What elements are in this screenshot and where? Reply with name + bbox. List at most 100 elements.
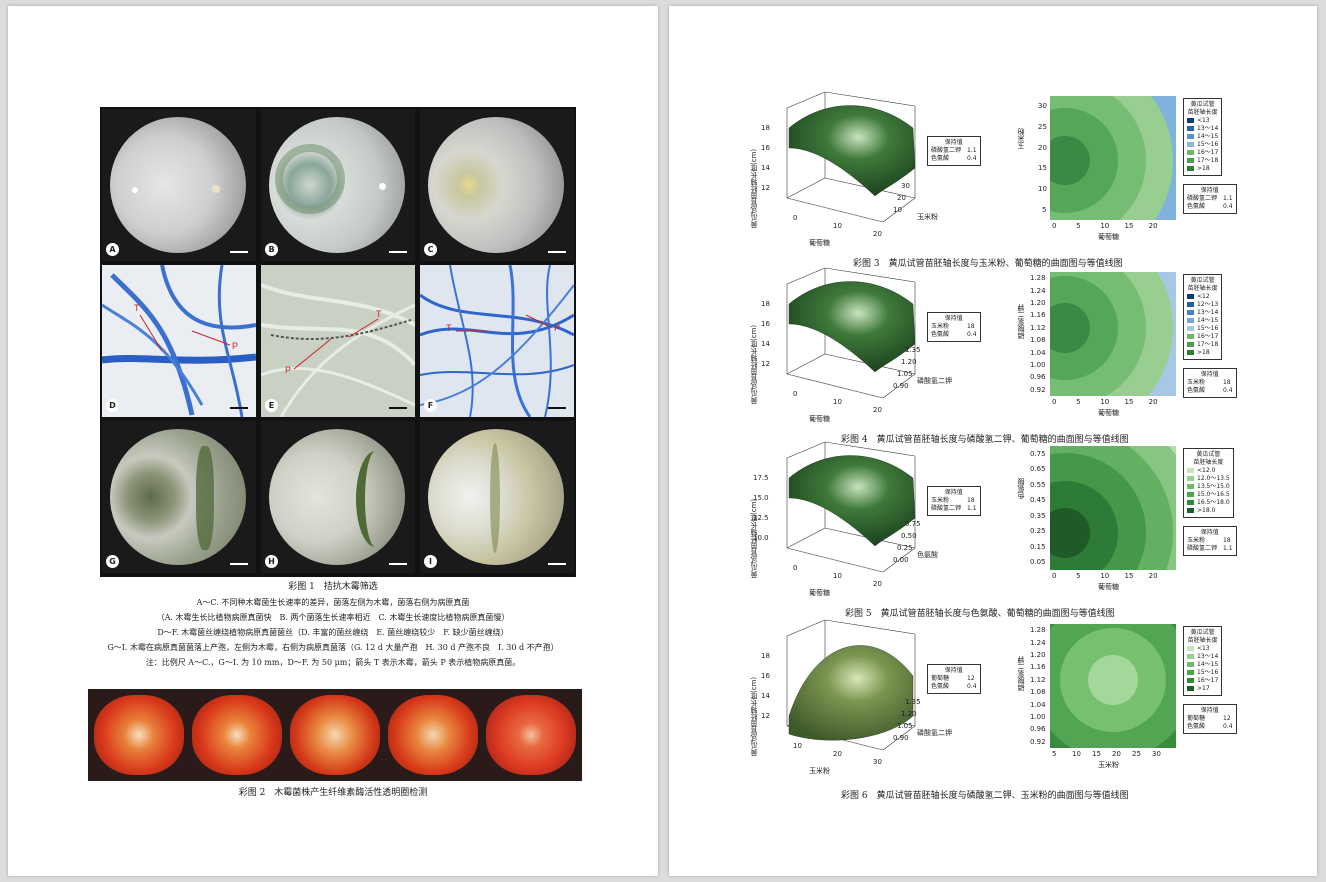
z-tick-label: 10.0: [753, 534, 769, 542]
hold-value-name: 色氨酸: [1187, 387, 1206, 394]
legend-item: 13～14: [1187, 653, 1218, 661]
contour-y-tick: 0.25: [1030, 527, 1046, 536]
hold-values-title: 保持值: [1200, 187, 1219, 194]
z-tick-label: 12: [761, 712, 770, 720]
plot-frame-line: [786, 527, 826, 549]
contour-x-tick: 5: [1076, 572, 1081, 580]
contour-y-tick: 1.04: [1030, 348, 1046, 357]
contour-x-tick: 20: [1148, 222, 1158, 230]
legend-item: >18: [1187, 349, 1218, 357]
contour-plot: [1050, 446, 1176, 570]
panel-g: G: [102, 421, 256, 573]
x-tick-label: 0: [793, 390, 798, 398]
y-tick-label: 0.50: [901, 532, 917, 540]
arrow-label-t: T: [446, 323, 452, 333]
micrograph-e: [261, 283, 415, 417]
figure-block: 黄瓜试管苗胚轴长度(cm) 12 14 16 18 0 10 20 葡萄糖 0.90 1.05 1.2…: [669, 264, 1317, 445]
legend-swatch: [1187, 342, 1194, 347]
hold-value-number: 1.1: [967, 505, 977, 512]
scale-bar: [230, 407, 248, 409]
z-tick-label: 14: [761, 164, 770, 172]
figure-block: 黄瓜试管苗胚轴长度(cm) 12 14 16 18 10 20 30 玉米粉 0.90 1.05 1.…: [669, 616, 1317, 801]
contour-y-tick: 1.20: [1030, 299, 1046, 307]
legend-swatch: [1187, 678, 1194, 683]
z-tick-label: 18: [761, 300, 770, 308]
contour-x-tick: 20: [1148, 398, 1158, 406]
z-tick-label: 12.5: [753, 514, 769, 522]
y-tick-label: 1.20: [901, 358, 917, 366]
cellulase-dish: [290, 695, 380, 775]
contour-x-tick: 0: [1052, 572, 1057, 580]
contour-y-tick: 0.45: [1030, 496, 1046, 505]
legend-label: 15～16: [1197, 141, 1219, 148]
legend-swatch: [1187, 508, 1194, 513]
contour-y-tick: 30: [1038, 102, 1047, 111]
contour-y-tick: 0.92: [1030, 385, 1046, 394]
z-tick-label: 12: [761, 360, 770, 368]
hold-value-name: 色氨酸: [1187, 203, 1206, 210]
contour-region: [1087, 655, 1139, 705]
legend-label: 16～17: [1197, 333, 1219, 340]
panel-a: A: [102, 109, 256, 261]
legend-item: 14～15: [1187, 317, 1218, 325]
hold-value-number: 0.4: [967, 683, 977, 690]
legend-label: 13.5～15.0: [1197, 483, 1230, 490]
response-surface: [788, 281, 916, 373]
legend-swatch: [1187, 134, 1194, 139]
legend-label: 17～18: [1197, 341, 1219, 348]
arrow-label-p: P: [232, 341, 239, 351]
x-tick-label: 10: [833, 572, 842, 580]
legend-swatch: [1187, 142, 1194, 147]
hold-value-number: 18: [1223, 537, 1231, 544]
plot-frame-line: [824, 267, 916, 283]
y-tick-label: 20: [897, 194, 906, 202]
legend-label: <13: [1197, 117, 1210, 124]
y-tick-label: 1.05: [897, 370, 913, 378]
legend-swatch: [1187, 492, 1194, 497]
hold-value-name: 磷酸氢二钾: [931, 505, 962, 512]
hold-value-number: 18: [1223, 379, 1231, 386]
panel-label-i: I: [424, 555, 437, 568]
plot-frame-line: [824, 441, 916, 457]
contour-hold-values-box: 保持值 葡萄糖 12 色氨酸 0.4: [1183, 704, 1237, 734]
hold-value-row: 色氨酸 0.4: [931, 155, 977, 163]
scale-bar: [389, 563, 407, 565]
hold-value-number: 18: [967, 497, 975, 504]
contour-x-tick: 20: [1112, 750, 1121, 758]
legend-label: 15～16: [1197, 669, 1219, 676]
hold-value-number: 18: [967, 323, 975, 330]
legend-swatch: [1187, 302, 1194, 307]
contour-x-tick: 5: [1052, 750, 1057, 758]
legend-item: 17～18: [1187, 157, 1218, 165]
plot-frame-line: [786, 441, 826, 459]
contour-y-tick: 0.05: [1030, 558, 1046, 567]
contour-x-tick: 10: [1072, 750, 1081, 758]
y-tick-label: 0.25: [897, 544, 913, 552]
legend-item: 14～15: [1187, 661, 1218, 669]
legend-label: 16～17: [1197, 677, 1219, 684]
hold-values-title: 保持值: [1200, 529, 1219, 536]
hold-value-row: 玉米粉 18: [931, 323, 977, 331]
legend-item: >18: [1187, 165, 1218, 173]
x-axis-label: 葡萄糖: [809, 589, 830, 597]
hold-values-title: 保持值: [944, 139, 963, 146]
scale-bar: [548, 407, 566, 409]
z-tick-label: 16: [761, 144, 770, 152]
contour-x-tick: 20: [1148, 572, 1158, 580]
hold-values-title: 保持值: [944, 667, 963, 674]
hold-values-box: 保持值 玉米粉 18 磷酸氢二钾 1.1: [927, 486, 981, 516]
contour-y-tick: 1.12: [1030, 675, 1046, 684]
legend-swatch: [1187, 166, 1194, 171]
hold-value-number: 1.1: [1223, 545, 1233, 552]
legend-swatch: [1187, 662, 1194, 667]
response-surface: [788, 645, 914, 741]
legend-item: 15.0～16.5: [1187, 491, 1230, 499]
contour-y-tick: 1.12: [1030, 323, 1046, 332]
scale-bar: [548, 563, 566, 565]
plot-frame-line: [824, 91, 916, 107]
contour-y-tick: 1.24: [1030, 286, 1046, 295]
x-tick-label: 10: [833, 222, 842, 230]
hold-value-number: 0.4: [967, 155, 977, 162]
legend-title: 黄瓜试管: [1190, 101, 1215, 108]
legend-item: <13: [1187, 117, 1218, 125]
